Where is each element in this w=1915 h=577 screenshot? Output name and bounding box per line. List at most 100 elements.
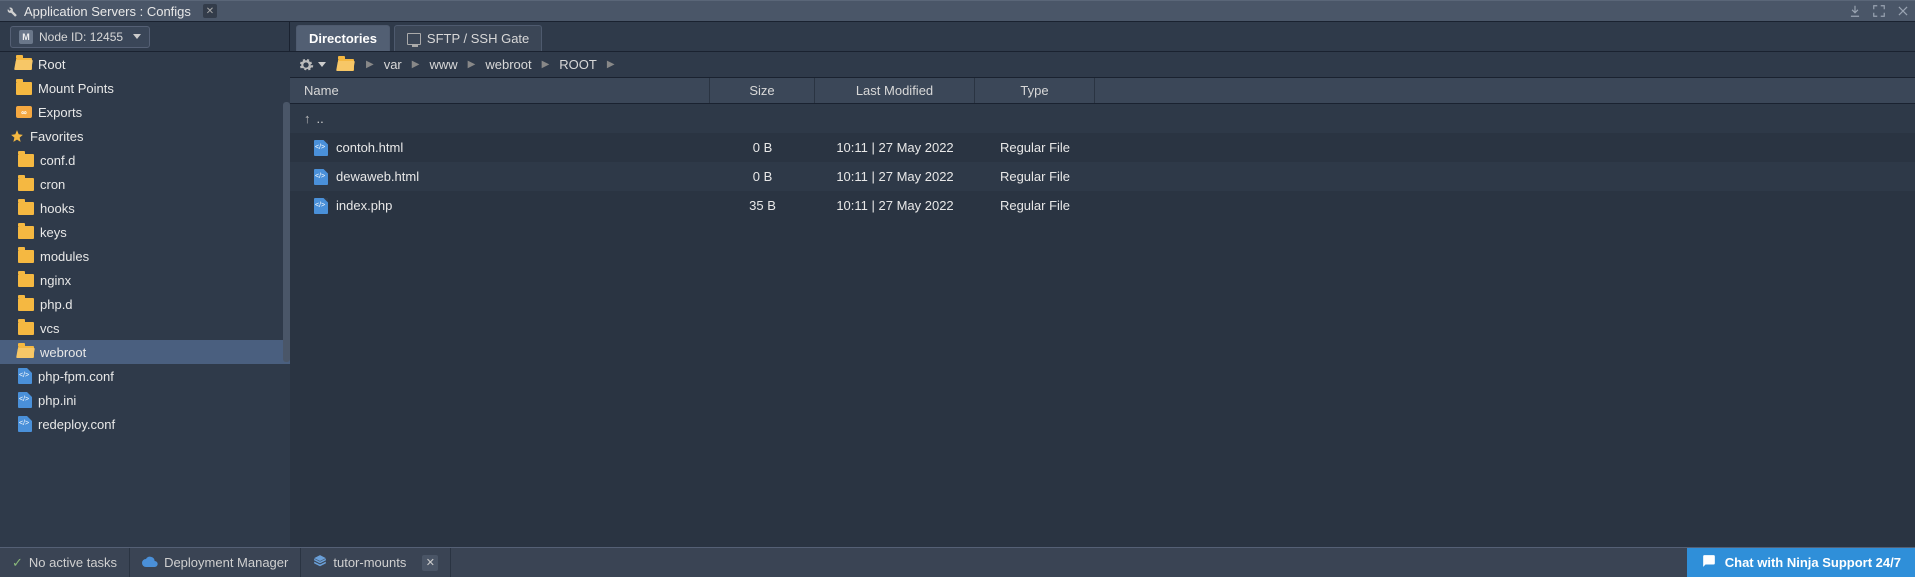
breadcrumb-sep-icon: ▶ <box>412 59 420 70</box>
tree-label: nginx <box>40 273 71 288</box>
titlebar-tab[interactable]: Application Servers : Configs ✕ <box>4 4 217 19</box>
tree-nginx[interactable]: nginx <box>0 268 290 292</box>
breadcrumb-root[interactable]: ROOT <box>559 57 597 72</box>
tree-label: hooks <box>40 201 75 216</box>
main-panel: ▶ var ▶ www ▶ webroot ▶ ROOT ▶ Name Size… <box>290 52 1915 547</box>
tree-vcs[interactable]: vcs <box>0 316 290 340</box>
folder-icon <box>18 274 34 287</box>
main-tabs: Directories SFTP / SSH Gate <box>290 22 542 51</box>
file-row[interactable]: contoh.html 0 B 10:11 | 27 May 2022 Regu… <box>290 133 1915 162</box>
col-size[interactable]: Size <box>710 78 815 103</box>
maximize-icon[interactable] <box>1871 3 1887 19</box>
folder-icon <box>18 202 34 215</box>
deployment-manager-tab[interactable]: Deployment Manager <box>130 548 301 577</box>
tree-label: Exports <box>38 105 82 120</box>
tab-close-icon[interactable]: ✕ <box>422 555 438 571</box>
breadcrumb-sep-icon: ▶ <box>468 59 476 70</box>
tab-sftp[interactable]: SFTP / SSH Gate <box>394 25 542 51</box>
chat-support-button[interactable]: Chat with Ninja Support 24/7 <box>1687 548 1915 577</box>
tree-label: keys <box>40 225 67 240</box>
folder-icon <box>18 322 34 335</box>
tree-label: webroot <box>40 345 86 360</box>
folder-icon <box>16 82 32 95</box>
breadcrumb-row: ▶ var ▶ www ▶ webroot ▶ ROOT ▶ <box>290 52 1915 78</box>
scrollbar-thumb[interactable] <box>283 102 290 362</box>
bottombar: ✓ No active tasks Deployment Manager tut… <box>0 547 1915 577</box>
tab-directories[interactable]: Directories <box>296 25 390 51</box>
window-title: Application Servers : Configs <box>24 4 191 19</box>
tree-redeploy[interactable]: redeploy.conf <box>0 412 290 436</box>
deploy-label: Deployment Manager <box>164 555 288 570</box>
file-row[interactable]: index.php 35 B 10:11 | 27 May 2022 Regul… <box>290 191 1915 220</box>
tree-phpfpm[interactable]: php-fpm.conf <box>0 364 290 388</box>
col-type[interactable]: Type <box>975 78 1095 103</box>
file-name: index.php <box>336 198 392 213</box>
file-name: contoh.html <box>336 140 403 155</box>
tasks-status[interactable]: ✓ No active tasks <box>0 548 130 577</box>
file-icon <box>18 368 32 384</box>
download-icon[interactable] <box>1847 3 1863 19</box>
breadcrumb-var[interactable]: var <box>384 57 402 72</box>
folder-icon <box>18 154 34 167</box>
table-header: Name Size Last Modified Type <box>290 78 1915 104</box>
file-table: Name Size Last Modified Type ↑ .. contoh… <box>290 78 1915 547</box>
breadcrumb-sep-icon: ▶ <box>366 59 374 70</box>
chevron-down-icon[interactable] <box>318 62 326 67</box>
folder-icon <box>18 298 34 311</box>
folder-icon <box>18 226 34 239</box>
file-row-up[interactable]: ↑ .. <box>290 104 1915 133</box>
node-badge-icon: M <box>19 30 33 44</box>
file-size: 0 B <box>710 140 815 155</box>
gear-icon[interactable] <box>298 57 314 73</box>
html-file-icon <box>314 169 328 185</box>
body: Root Mount Points ∞ Exports Favorites co… <box>0 52 1915 547</box>
node-selector[interactable]: M Node ID: 12455 <box>10 26 150 48</box>
html-file-icon <box>314 140 328 156</box>
tree-cron[interactable]: cron <box>0 172 290 196</box>
up-arrow-icon: ↑ <box>304 111 311 126</box>
folder-open-icon[interactable] <box>338 59 354 71</box>
up-label: .. <box>317 111 324 126</box>
folder-icon <box>18 178 34 191</box>
file-icon <box>18 392 32 408</box>
tree-hooks[interactable]: hooks <box>0 196 290 220</box>
tree-phpini[interactable]: php.ini <box>0 388 290 412</box>
app-window: Application Servers : Configs ✕ M Node I… <box>0 0 1915 577</box>
node-id-label: Node ID: 12455 <box>39 30 123 44</box>
tab-label: SFTP / SSH Gate <box>427 31 529 46</box>
tree-label: Favorites <box>30 129 83 144</box>
star-icon <box>10 129 24 143</box>
file-size: 35 B <box>710 198 815 213</box>
breadcrumb-www[interactable]: www <box>429 57 457 72</box>
tree-keys[interactable]: keys <box>0 220 290 244</box>
folder-open-icon <box>18 346 34 358</box>
wrench-icon <box>4 4 18 18</box>
sidebar: Root Mount Points ∞ Exports Favorites co… <box>0 52 290 547</box>
tab-close-icon[interactable]: ✕ <box>203 4 217 18</box>
file-modified: 10:11 | 27 May 2022 <box>815 198 975 213</box>
tutor-mounts-tab[interactable]: tutor-mounts ✕ <box>301 548 451 577</box>
tab-label: Directories <box>309 31 377 46</box>
tree-label: redeploy.conf <box>38 417 115 432</box>
file-name: dewaweb.html <box>336 169 419 184</box>
breadcrumb-sep-icon: ▶ <box>542 59 550 70</box>
tree-phpd[interactable]: php.d <box>0 292 290 316</box>
col-name[interactable]: Name <box>290 78 710 103</box>
tree-webroot[interactable]: webroot <box>0 340 290 364</box>
breadcrumb-sep-icon: ▶ <box>607 59 615 70</box>
close-icon[interactable] <box>1895 3 1911 19</box>
tree-label: conf.d <box>40 153 75 168</box>
tree-exports[interactable]: ∞ Exports <box>0 100 290 124</box>
tree-label: vcs <box>40 321 60 336</box>
check-icon: ✓ <box>12 555 23 571</box>
top-strip: M Node ID: 12455 Directories SFTP / SSH … <box>0 22 1915 52</box>
col-modified[interactable]: Last Modified <box>815 78 975 103</box>
file-row[interactable]: dewaweb.html 0 B 10:11 | 27 May 2022 Reg… <box>290 162 1915 191</box>
tree-modules[interactable]: modules <box>0 244 290 268</box>
tree-confd[interactable]: conf.d <box>0 148 290 172</box>
tree-mount-points[interactable]: Mount Points <box>0 76 290 100</box>
tree-label: php-fpm.conf <box>38 369 114 384</box>
tree-root[interactable]: Root <box>0 52 290 76</box>
breadcrumb-webroot[interactable]: webroot <box>485 57 531 72</box>
tree-favorites[interactable]: Favorites <box>0 124 290 148</box>
